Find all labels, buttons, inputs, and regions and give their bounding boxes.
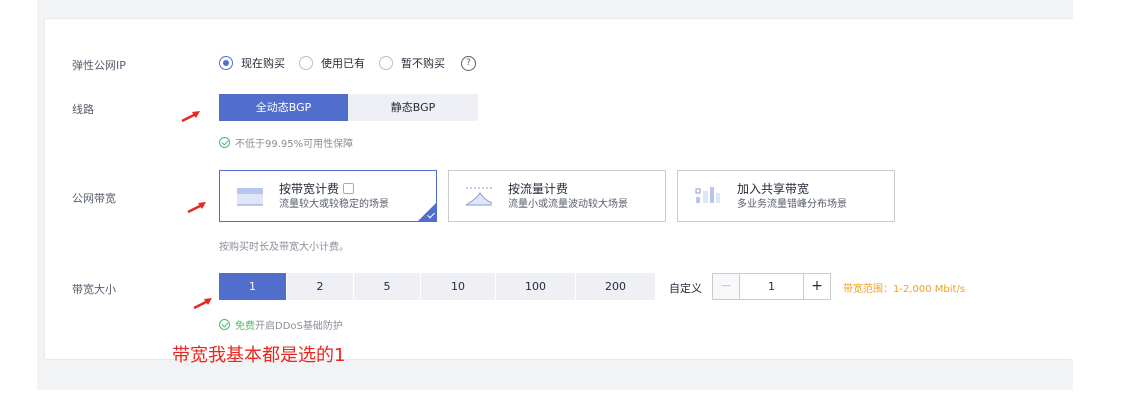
eip-option-not-buy[interactable]: 暂不购买 (379, 55, 445, 71)
annotation-arrow-icon (187, 202, 206, 214)
eip-option-use-existing[interactable]: 使用已有 (299, 55, 365, 71)
size-option-200[interactable]: 200 (576, 273, 655, 300)
line-note-text: 不低于99.95%可用性保障 (235, 139, 354, 150)
increment-button[interactable]: + (803, 274, 830, 299)
background-side (37, 18, 44, 364)
bandwidth-card-by-traffic[interactable]: 按流量计费 流量小或流量波动较大场景 (448, 170, 666, 222)
bandwidth-chart-icon (237, 188, 263, 206)
check-circle-icon (219, 319, 230, 330)
line-option-static-bgp[interactable]: 静态BGP (348, 94, 478, 121)
size-option-5[interactable]: 5 (354, 273, 420, 300)
card-title: 按流量计费 (508, 181, 569, 196)
annotation-arrow-icon (181, 111, 200, 123)
bandwidth-type-label: 公网带宽 (72, 192, 116, 205)
ddos-note-text: 开启DDoS基础防护 (255, 321, 343, 332)
size-option-100[interactable]: 100 (496, 273, 575, 300)
eip-option-label: 暂不购买 (401, 57, 445, 70)
bandwidth-range: 带宽范围：1-2,000 Mbit/s (843, 284, 966, 295)
card-title: 按带宽计费 (279, 181, 340, 196)
bandwidth-size-label: 带宽大小 (72, 283, 116, 296)
card-title: 加入共享带宽 (737, 181, 810, 196)
eip-option-buy-now[interactable]: 现在购买 (219, 55, 285, 71)
eip-label: 弹性公网IP (72, 59, 126, 72)
card-desc: 流量较大或较稳定的场景 (279, 198, 389, 210)
line-label: 线路 (72, 103, 94, 116)
bandwidth-type-note: 按购买时长及带宽大小计费。 (219, 242, 349, 253)
line-option-dynamic-bgp[interactable]: 全动态BGP (219, 94, 348, 121)
eip-option-label: 使用已有 (321, 57, 365, 70)
eip-option-label: 现在购买 (241, 57, 285, 70)
shared-bandwidth-icon (695, 187, 720, 203)
background-top (37, 0, 1073, 18)
card-desc: 流量小或流量波动较大场景 (508, 198, 628, 210)
bandwidth-stepper: − + (712, 273, 831, 300)
annotation-text: 带宽我基本都是选的1 (172, 345, 346, 366)
free-text: 免费 (235, 321, 255, 332)
custom-label: 自定义 (669, 282, 702, 295)
question-circle-icon[interactable]: ? (461, 55, 476, 71)
size-option-1[interactable]: 1 (219, 273, 286, 300)
bandwidth-card-shared[interactable]: 加入共享带宽 多业务流量错峰分布场景 (677, 170, 895, 222)
radio-unchecked-icon (379, 56, 393, 70)
check-circle-icon (219, 137, 230, 148)
traffic-chart-icon (465, 187, 493, 206)
bandwidth-card-by-bandwidth[interactable]: 按带宽计费 流量较大或较稳定的场景 (219, 170, 437, 222)
radio-checked-icon (219, 56, 233, 70)
size-option-10[interactable]: 10 (421, 273, 495, 300)
page: 弹性公网IP 现在购买 使用已有 暂不购买 ? 线路 全动态BGP 静态BGP … (0, 0, 1141, 405)
bandwidth-input[interactable] (740, 274, 803, 299)
eip-radio-group: 现在购买 使用已有 暂不购买 ? (219, 55, 476, 71)
ddos-note: 免费 开启DDoS基础防护 (219, 317, 343, 332)
thumbs-up-icon (343, 182, 355, 194)
radio-unchecked-icon (299, 56, 313, 70)
decrement-button[interactable]: − (713, 274, 740, 299)
line-note: 不低于99.95%可用性保障 (219, 135, 353, 150)
annotation-arrow-icon (193, 298, 212, 310)
size-option-2[interactable]: 2 (287, 273, 353, 300)
card-desc: 多业务流量错峰分布场景 (737, 198, 847, 210)
